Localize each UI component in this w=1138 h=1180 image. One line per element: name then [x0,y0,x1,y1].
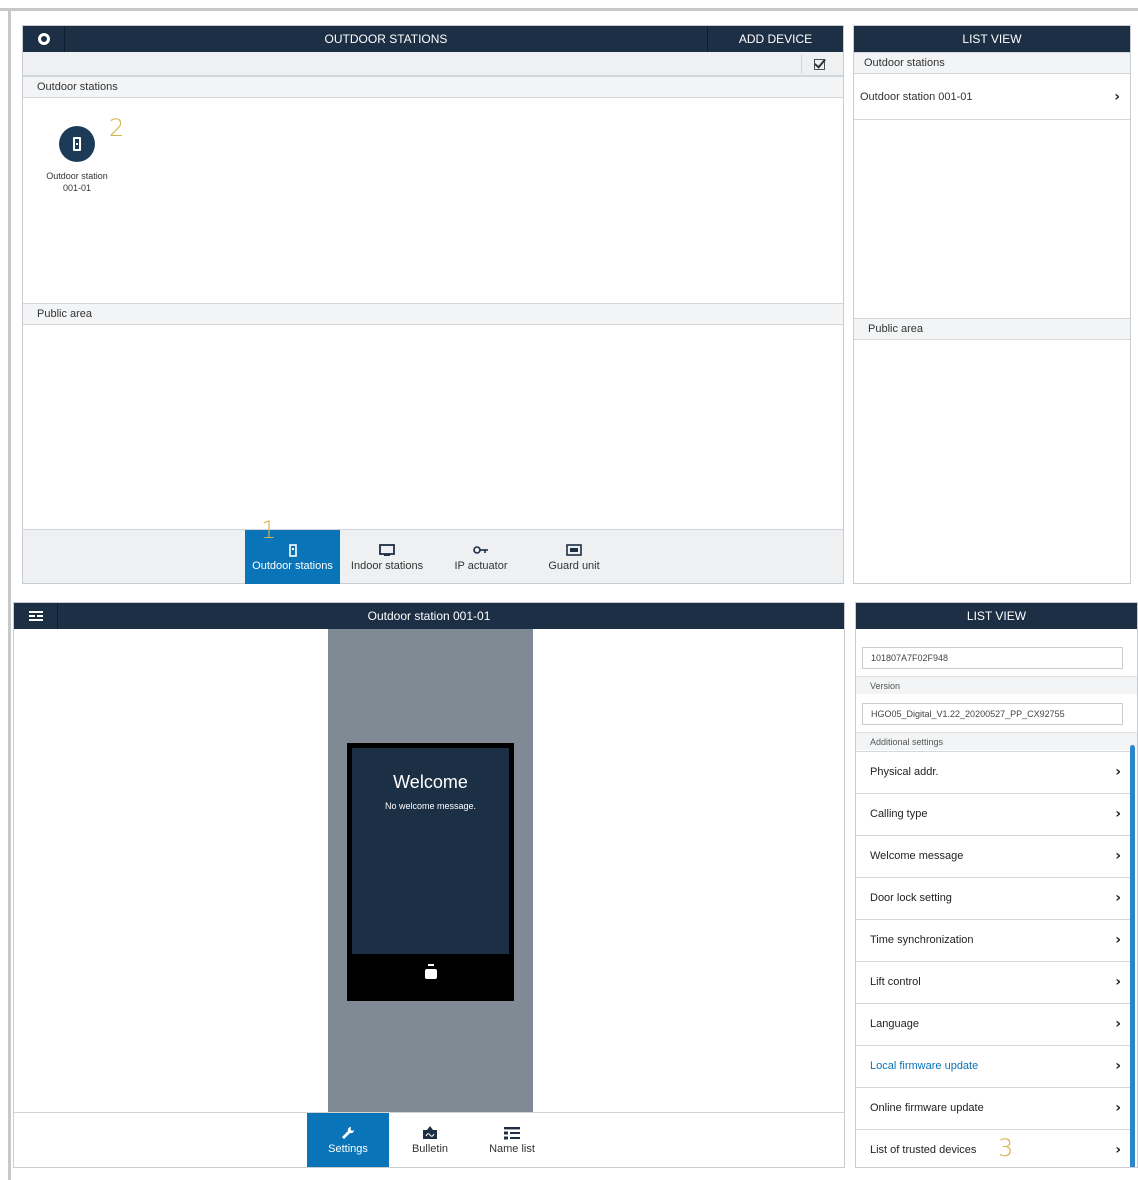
section-public-area: Public area [23,303,843,325]
ring-icon [37,33,50,45]
chevron-right-icon: › [1115,1016,1121,1032]
home-button[interactable] [23,26,65,52]
tab-label: Name list [489,1143,535,1155]
list-item-outdoor-station[interactable]: Outdoor station 001-01 › [854,74,1130,120]
outdoor-stations-panel: OUTDOOR STATIONS ADD DEVICE Outdoor stat… [22,25,844,584]
chevron-right-icon: › [1115,932,1121,948]
menu-button[interactable] [14,603,58,629]
tab-label: Guard unit [548,560,600,572]
indoor-station-icon [379,542,395,558]
tab-indoor-stations[interactable]: Indoor stations [345,530,429,584]
welcome-message-text: No welcome message. [384,801,477,811]
device-label-line2: 001-01 [62,183,92,193]
scrollbar[interactable] [1130,745,1135,1167]
setting-label: Language [870,1018,919,1030]
setting-label: Welcome message [870,850,964,862]
setting-label: Physical addr. [870,766,939,778]
key-icon [473,542,489,558]
welcome-title: Welcome [393,772,468,792]
list-view-panel-bottom: LIST VIEW 101807A7F02F948 Version HGO05_… [855,602,1138,1168]
chevron-right-icon: › [1115,974,1121,990]
device-label-line1: Outdoor station [46,171,108,181]
detail-tabbar: Settings Bulletin Name list [14,1112,844,1167]
name-list-icon [504,1125,520,1141]
setting-lift-control[interactable]: Lift control › [856,961,1131,1003]
setting-language[interactable]: Language › [856,1003,1131,1045]
toolbar [23,52,843,76]
tab-settings[interactable]: Settings [307,1113,389,1167]
setting-physical-addr[interactable]: Physical addr. › [856,751,1131,793]
outdoor-stations-header: OUTDOOR STATIONS ADD DEVICE [23,26,843,52]
list-section-public: Public area [854,318,1130,340]
chevron-right-icon: › [1114,89,1120,105]
guard-unit-icon [566,542,582,558]
wrench-icon [341,1125,355,1141]
section-outdoor-stations: Outdoor stations [23,76,843,98]
list-section-outdoor: Outdoor stations [854,52,1130,74]
setting-calling-type[interactable]: Calling type › [856,793,1131,835]
additional-settings-label: Additional settings [856,732,1137,750]
station-screen: Welcome No welcome message. [352,748,509,954]
tab-outdoor-stations[interactable]: Outdoor stations [245,530,340,584]
setting-local-firmware-update[interactable]: Local firmware update › [856,1045,1131,1087]
tab-name-list[interactable]: Name list [479,1113,545,1167]
version-label: Version [856,676,1137,694]
setting-trusted-devices[interactable]: List of trusted devices 3 › [856,1129,1131,1167]
bulletin-icon [422,1125,438,1141]
setting-label: Calling type [870,808,928,820]
page-title: OUTDOOR STATIONS [324,32,448,46]
detail-header: Outdoor station 001-01 [14,603,844,629]
setting-label: List of trusted devices [870,1144,977,1156]
list-view-header: LIST VIEW [854,26,1130,52]
serial-number-field: 101807A7F02F948 [862,647,1123,669]
chevron-right-icon: › [1115,764,1121,780]
setting-welcome-message[interactable]: Welcome message › [856,835,1131,877]
chevron-right-icon: › [1115,890,1121,906]
frame-border-left [8,8,11,1180]
callout-3: 3 [998,1134,1014,1162]
add-device-button[interactable]: ADD DEVICE [707,26,843,52]
list-view-panel-top: LIST VIEW Outdoor stations Outdoor stati… [853,25,1131,584]
outdoor-station-detail-panel: Outdoor station 001-01 Welcome No welcom… [13,602,845,1168]
frame-border-top [0,8,1138,11]
list-view-header: LIST VIEW [856,603,1137,629]
tab-label: Outdoor stations [252,560,333,572]
tab-bulletin[interactable]: Bulletin [397,1113,463,1167]
chevron-right-icon: › [1115,1142,1121,1158]
outdoor-station-icon [73,137,81,151]
tab-label: Settings [328,1143,368,1155]
outdoor-station-device[interactable] [59,126,95,162]
tab-label: Indoor stations [350,560,424,572]
callout-2: 2 [109,114,125,142]
version-field: HGO05_Digital_V1.22_20200527_PP_CX92755 [862,703,1123,725]
device-label: Outdoor station 001-01 [37,170,117,194]
outdoor-station-icon [288,542,297,558]
setting-time-sync[interactable]: Time synchronization › [856,919,1131,961]
tab-ip-actuator[interactable]: IP actuator [445,530,517,584]
chevron-right-icon: › [1115,806,1121,822]
menu-icon [28,611,43,621]
checkbox-icon [814,58,825,70]
lock-icon [425,964,437,979]
tab-label: IP actuator [454,560,508,572]
chevron-right-icon: › [1115,848,1121,864]
select-all-checkbox[interactable] [801,54,837,74]
tab-guard-unit[interactable]: Guard unit [537,530,611,584]
detail-title: Outdoor station 001-01 [367,609,491,623]
tab-label: Bulletin [411,1143,449,1155]
setting-label: Local firmware update [870,1060,979,1072]
setting-label: Door lock setting [870,892,952,904]
station-preview: Welcome No welcome message. [347,743,514,1001]
list-item-label: Outdoor station 001-01 [860,91,973,103]
setting-label: Time synchronization [870,934,974,946]
setting-online-firmware-update[interactable]: Online firmware update › [856,1087,1131,1129]
callout-1: 1 [261,516,277,544]
setting-door-lock[interactable]: Door lock setting › [856,877,1131,919]
chevron-right-icon: › [1115,1100,1121,1116]
setting-label: Lift control [870,976,921,988]
chevron-right-icon: › [1115,1058,1121,1074]
setting-label: Online firmware update [870,1102,984,1114]
device-type-tabbar: Outdoor stations Indoor stations IP actu… [23,516,843,584]
